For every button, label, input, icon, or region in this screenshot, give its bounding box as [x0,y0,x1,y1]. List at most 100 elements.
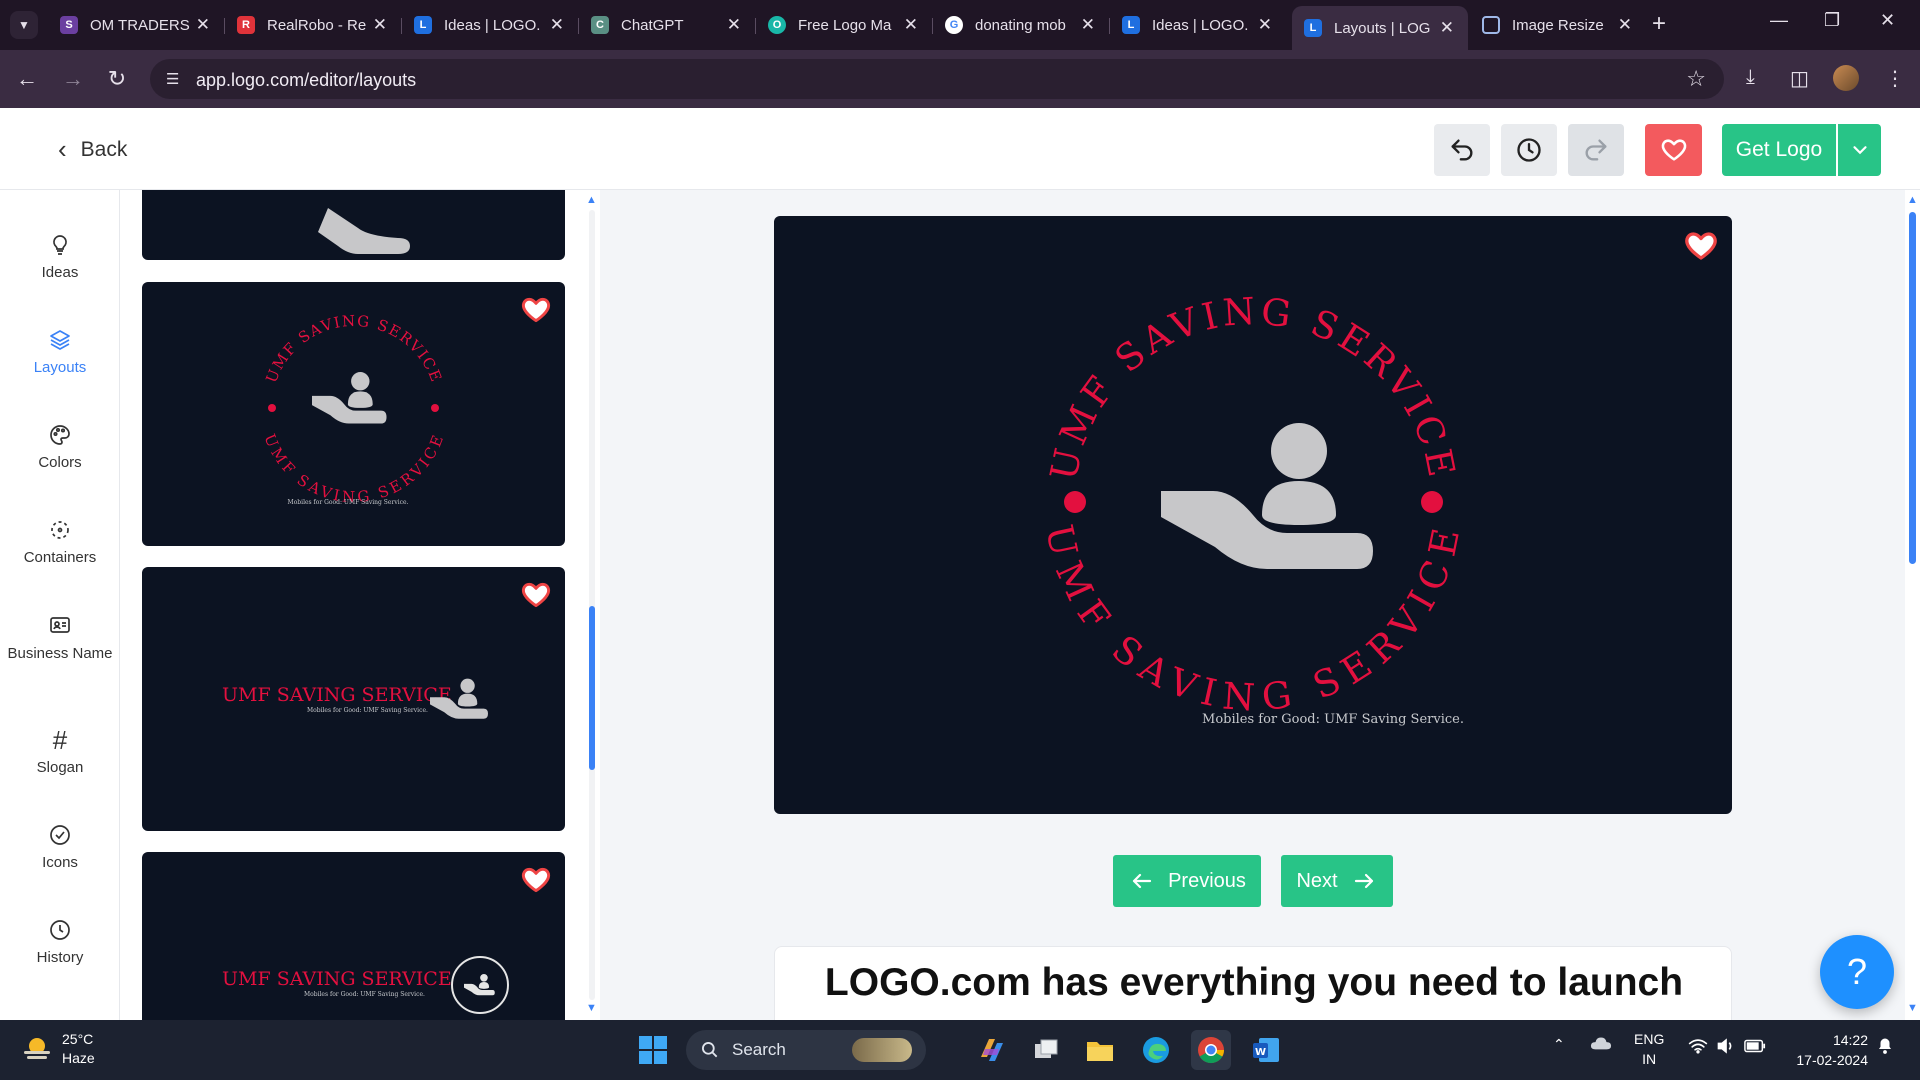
wifi-icon[interactable] [1688,1038,1708,1057]
site-info-icon[interactable]: ☰ [166,70,179,88]
sidebar-item-label: Colors [38,454,82,471]
notification-bell-icon[interactable] [1876,1036,1894,1059]
heart-icon[interactable] [519,579,553,611]
profile-avatar[interactable] [1833,65,1859,91]
browser-tab[interactable]: L Ideas | LOGO. ✕ [1110,8,1286,42]
logo-preview-graphic: UMF SAVING SERVICE UMF SAVING SERVICE Mo… [1037,289,1465,727]
language-indicator[interactable]: ENG IN [1634,1029,1664,1069]
close-icon[interactable]: ✕ [550,15,564,35]
close-icon[interactable]: ✕ [1618,15,1632,35]
browser-tab[interactable]: C ChatGPT ✕ [579,8,755,42]
scroll-up-icon[interactable]: ▲ [586,194,597,206]
scrollbar-thumb[interactable] [1909,212,1916,564]
redo-button[interactable] [1568,124,1624,176]
tab-search-button[interactable]: ▼ [10,11,38,39]
sidebar-item-history[interactable]: History [0,915,120,966]
hash-icon: # [52,724,68,755]
tab-favicon-icon: L [1304,19,1322,37]
layout-card[interactable]: UMF SAVING SERVICE Mobiles for Good: UMF… [142,852,565,1020]
svg-text:UMF SAVING SERVICE: UMF SAVING SERVICE [262,312,445,386]
help-button[interactable]: ? [1820,935,1894,1009]
download-icon[interactable]: ⤓ [1746,66,1755,89]
sidebar-item-slogan[interactable]: # Slogan [0,724,120,777]
sidebar-item-icons[interactable]: Icons [0,820,120,871]
windows-start-icon[interactable] [633,1030,673,1070]
sidebar-item-containers[interactable]: Containers [0,515,120,566]
close-icon[interactable]: ✕ [196,15,210,35]
undo-button[interactable] [1434,124,1490,176]
history-button[interactable] [1501,124,1557,176]
svg-text:W: W [1255,1047,1266,1058]
browser-tab-active[interactable]: L Layouts | LOG ✕ [1292,6,1468,50]
get-logo-dropdown[interactable] [1838,124,1881,176]
sidebar-item-layouts[interactable]: Layouts [0,325,120,376]
copilot-icon[interactable] [972,1030,1012,1070]
scrollbar-thumb[interactable] [589,606,595,770]
weather-widget[interactable]: 25°C Haze [22,1030,95,1068]
scroll-down-icon[interactable]: ▼ [1907,1002,1918,1014]
close-icon[interactable]: ✕ [1440,18,1454,38]
scroll-up-icon[interactable]: ▲ [1907,194,1918,206]
browser-tab[interactable]: L Ideas | LOGO. ✕ [402,8,578,42]
browser-tab[interactable]: Image Resize ✕ [1470,8,1646,42]
layout-card[interactable]: UMF SAVING SERVICE UMF SAVING SERVICE Mo… [142,282,565,546]
reload-icon[interactable]: ↻ [100,62,134,96]
sidebar-item-business-name[interactable]: Business Name [0,610,120,663]
scroll-down-icon[interactable]: ▼ [586,1002,597,1014]
system-clock[interactable]: 14:22 17-02-2024 [1772,1030,1868,1070]
bookmark-star-icon[interactable]: ☆ [1686,66,1706,92]
chrome-icon[interactable] [1191,1030,1231,1070]
tab-title: Ideas | LOGO. [1152,16,1249,34]
editor-header: ‹ Back Get Logo [0,108,1920,190]
close-icon[interactable]: ✕ [1081,15,1095,35]
heart-icon[interactable] [1682,228,1720,264]
previous-button[interactable]: Previous [1113,855,1261,907]
next-button[interactable]: Next [1281,855,1393,907]
container-icon [51,521,69,539]
new-tab-button[interactable]: + [1652,10,1666,38]
heart-icon[interactable] [519,864,553,896]
taskbar-search[interactable]: Search [686,1030,926,1070]
onedrive-icon[interactable] [1590,1034,1612,1055]
get-logo-button[interactable]: Get Logo [1722,124,1836,176]
battery-icon[interactable] [1744,1039,1766,1056]
side-panel-icon[interactable]: ◫ [1790,66,1809,91]
clock-date: 17-02-2024 [1796,1052,1868,1068]
tab-title: Image Resize [1512,16,1604,34]
close-icon[interactable]: ✕ [373,15,387,35]
page-scrollbar[interactable]: ▲ ▼ [1905,190,1920,1020]
favorites-button[interactable] [1645,124,1702,176]
minimize-icon[interactable]: — [1770,10,1788,31]
close-icon[interactable]: ✕ [727,15,741,35]
layout-card[interactable]: UMF SAVING SERVICE Mobiles for Good: UMF… [142,567,565,831]
url-text[interactable]: app.logo.com/editor/layouts [196,70,416,91]
browser-tab[interactable]: O Free Logo Ma ✕ [756,8,932,42]
layout-list-scrollbar[interactable]: ▲ ▼ [585,190,599,1020]
file-explorer-icon[interactable] [1080,1030,1120,1070]
layers-icon [50,330,70,350]
word-icon[interactable]: W [1246,1030,1286,1070]
omnibox[interactable]: ☰ app.logo.com/editor/layouts ☆ [150,59,1724,99]
hand-person-circle-icon [451,956,509,1014]
close-window-icon[interactable]: ✕ [1880,10,1895,31]
edge-icon[interactable] [1136,1030,1176,1070]
browser-tab[interactable]: S OM TRADERS ✕ [48,8,224,42]
volume-icon[interactable] [1716,1038,1736,1057]
more-menu-icon[interactable]: ⋮ [1885,66,1905,91]
layout-list: UMF SAVING SERVICE UMF SAVING SERVICE Mo… [121,190,599,1020]
task-view-icon[interactable] [1026,1030,1066,1070]
close-icon[interactable]: ✕ [904,15,918,35]
close-icon[interactable]: ✕ [1258,15,1272,35]
back-button[interactable]: ‹ Back [58,134,127,165]
sidebar-item-colors[interactable]: Colors [0,420,120,471]
layout-card[interactable] [142,190,565,260]
heart-icon[interactable] [519,294,553,326]
tray-overflow-icon[interactable]: ⌃ [1553,1036,1565,1053]
browser-tab[interactable]: R RealRobo - Re ✕ [225,8,401,42]
redo-icon [1585,139,1607,161]
restore-icon[interactable]: ❐ [1824,10,1840,31]
back-arrow-icon[interactable]: ← [10,62,44,96]
sidebar-item-ideas[interactable]: Ideas [0,230,120,281]
browser-tab[interactable]: G donating mob ✕ [933,8,1109,42]
forward-arrow-icon[interactable]: → [56,62,90,96]
